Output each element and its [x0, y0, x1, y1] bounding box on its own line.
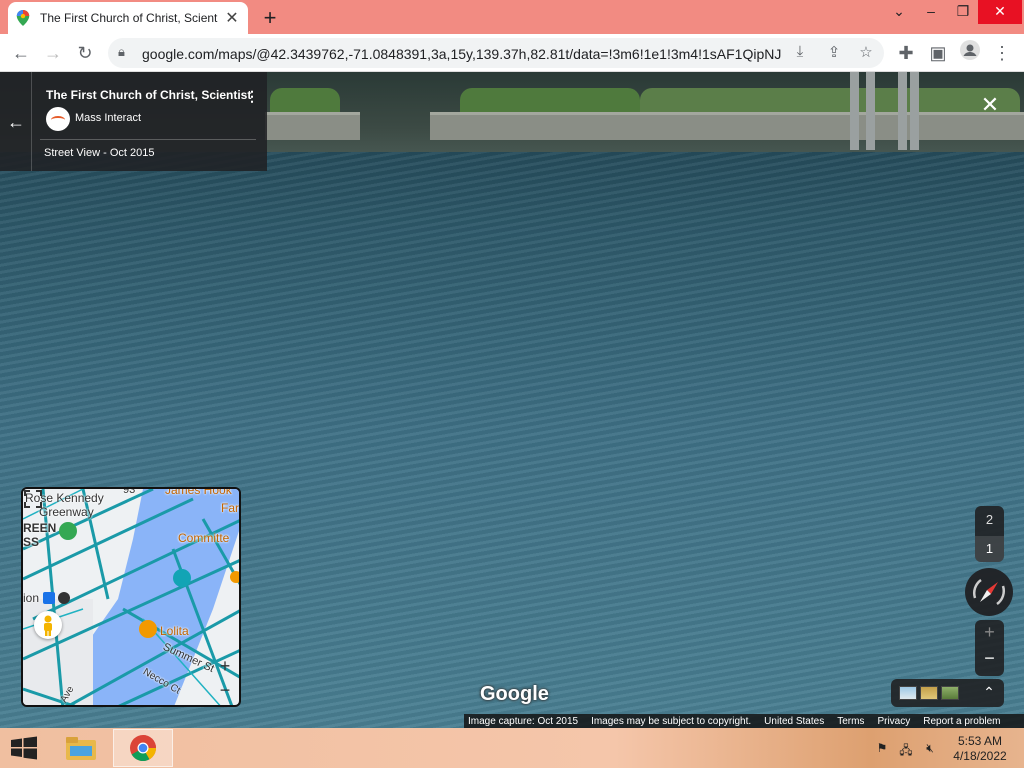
network-icon[interactable]: 🖧︎ — [898, 741, 914, 757]
street-view-date[interactable]: Street View - Oct 2015 — [44, 147, 154, 159]
scene-pillar — [866, 72, 875, 150]
clock-date: 4/18/2022 — [953, 749, 1007, 763]
browser-tab-active[interactable]: The First Church of Christ, Scientist ✕ — [8, 2, 248, 34]
zoom-out-button[interactable]: − — [975, 648, 1004, 669]
kebab-menu-icon[interactable]: ⋮ — [989, 40, 1015, 66]
pegman-figure — [44, 615, 52, 636]
chrome-icon — [130, 735, 157, 762]
map-label: Committe — [178, 531, 230, 545]
mini-map-zoom-out-button[interactable]: − — [213, 679, 237, 701]
country-link[interactable]: United States — [764, 716, 824, 727]
zoom-controls: + − — [975, 620, 1004, 676]
window-minimize-icon[interactable]: – — [914, 0, 948, 24]
map-label: ion — [23, 591, 40, 605]
imagery-thumbnail[interactable] — [899, 686, 917, 700]
scene-planter — [265, 112, 360, 140]
browser-tab-strip: The First Church of Christ, Scientist ✕ … — [0, 0, 1024, 34]
map-label: SS — [23, 535, 40, 549]
terms-link[interactable]: Terms — [837, 716, 864, 727]
profile-icon[interactable] — [957, 40, 983, 66]
taskbar-clock[interactable]: 5:53 AM 4/18/2022 — [944, 734, 1016, 764]
scene-pillar — [898, 72, 907, 150]
copyright-text: Images may be subject to copyright. — [591, 715, 752, 727]
side-panel-icon[interactable]: ▣ — [925, 40, 951, 66]
reload-icon[interactable]: ↻ — [72, 40, 98, 66]
tab-close-icon[interactable]: ✕ — [224, 8, 240, 28]
imagery-thumbnail[interactable] — [941, 686, 959, 700]
windows-taskbar: ⚑ 🖧︎ 🔇︎ 5:53 AM 4/18/2022 — [0, 728, 1024, 768]
place-title[interactable]: The First Church of Christ, Scientist — [46, 88, 251, 102]
address-bar[interactable]: 🔒︎ google.com/maps/@42.3439762,-71.08483… — [108, 38, 884, 68]
back-arrow-icon[interactable]: ← — [6, 112, 26, 133]
new-tab-button[interactable]: + — [258, 5, 282, 31]
pegman-icon[interactable] — [34, 611, 62, 639]
kebab-menu-icon[interactable]: ⋮ — [245, 88, 259, 105]
volume-muted-icon[interactable]: 🔇︎ — [922, 741, 938, 757]
scene-pillar — [910, 72, 919, 150]
profile-avatar-shape — [960, 40, 980, 60]
zoom-in-button[interactable]: + — [975, 622, 1004, 643]
attribution-bar: Image capture: Oct 2015 Images may be su… — [464, 714, 1024, 728]
windows-start-icon[interactable] — [10, 736, 38, 760]
close-icon[interactable]: ✕ — [978, 92, 1002, 118]
imagery-thumbnail[interactable] — [920, 686, 938, 700]
url-text[interactable]: google.com/maps/@42.3439762,-71.0848391,… — [142, 46, 782, 62]
compass-needle — [972, 578, 1006, 606]
clock-time: 5:53 AM — [957, 734, 1003, 748]
action-center-flag-icon[interactable]: ⚑ — [874, 741, 890, 757]
map-label: James Hook — [165, 487, 232, 497]
route-badge: 93 — [123, 487, 136, 496]
mini-map[interactable]: Rose Kennedy Greenway REEN SS ion 93 Jam… — [21, 487, 241, 707]
star-icon[interactable]: ☆ — [856, 43, 876, 61]
mini-map-zoom-in-button[interactable]: + — [213, 655, 237, 677]
window-restore-icon[interactable]: ❐ — [946, 0, 980, 24]
privacy-link[interactable]: Privacy — [877, 716, 910, 727]
map-label: REEN — [23, 521, 57, 535]
place-info-panel: ← The First Church of Christ, Scientist … — [0, 72, 267, 171]
tab-title: The First Church of Christ, Scientist — [40, 11, 218, 25]
window-close-icon[interactable]: ✕ — [978, 0, 1022, 24]
panel-divider — [40, 139, 256, 140]
maps-pin-icon — [16, 10, 30, 26]
map-label: Far — [221, 501, 239, 515]
lock-icon[interactable]: 🔒︎ — [118, 44, 125, 60]
scene-pillar — [850, 72, 859, 150]
browser-toolbar: ← → ↻ 🔒︎ google.com/maps/@42.3439762,-71… — [0, 34, 1024, 72]
compass-icon[interactable] — [965, 568, 1013, 616]
file-explorer-icon[interactable] — [64, 734, 98, 762]
window-tab-search-icon[interactable]: ⌄ — [882, 0, 916, 24]
floor-level-1-button[interactable]: 1 — [975, 536, 1004, 562]
image-capture-text: Image capture: Oct 2015 — [468, 715, 579, 727]
puzzle-icon[interactable]: ✚ — [893, 40, 919, 66]
chrome-taskbar-button[interactable] — [113, 729, 173, 767]
back-arrow-icon[interactable]: ← — [8, 40, 34, 66]
google-logo: Google — [480, 683, 549, 705]
contributor-avatar[interactable] — [46, 107, 70, 131]
map-label: Greenway — [39, 505, 94, 519]
install-app-icon[interactable]: ⤓ — [790, 43, 810, 60]
contributor-name[interactable]: Mass Interact — [75, 112, 141, 124]
floor-level-selector: 2 1 — [975, 506, 1004, 562]
chevron-up-icon[interactable]: ⌃ — [981, 684, 997, 701]
scene-planter — [430, 112, 1024, 140]
imagery-layers-strip: ⌃ — [891, 679, 1004, 707]
share-icon[interactable]: ⇪ — [824, 43, 844, 61]
report-problem-link[interactable]: Report a problem — [923, 716, 1000, 727]
expand-icon[interactable] — [23, 489, 43, 509]
floor-level-2-button[interactable]: 2 — [975, 512, 1004, 527]
map-label: Lolita — [160, 624, 189, 638]
panel-divider — [31, 72, 32, 171]
forward-arrow-icon[interactable]: → — [40, 40, 66, 66]
